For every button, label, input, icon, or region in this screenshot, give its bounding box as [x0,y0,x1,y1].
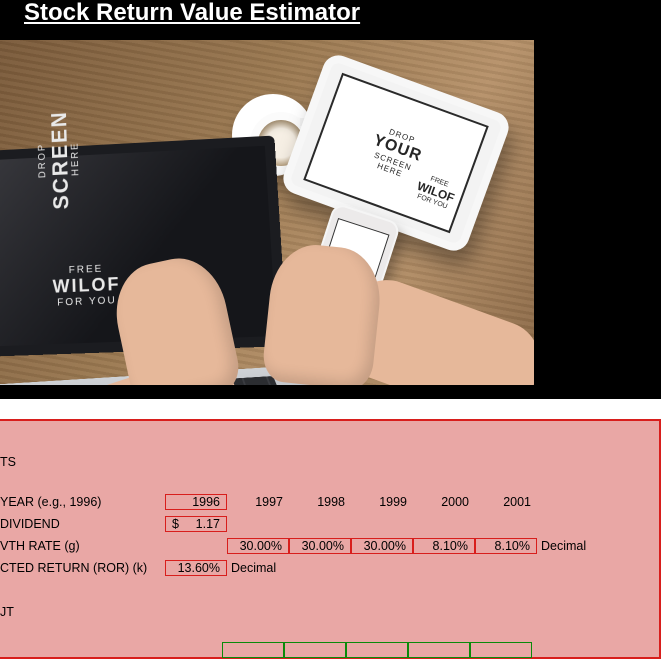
lap-l2: SCREEN [47,110,72,210]
spacer [0,473,659,491]
row-output [222,642,532,658]
spreadsheet-panel: TS YEAR (e.g., 1996) 1996 1997 1998 1999… [0,419,661,659]
cell-year-5: 2001 [475,495,537,509]
input-base-year[interactable]: 1996 [165,494,227,510]
dividend-currency: $ [172,517,179,531]
row-ror: CTED RETURN (ROR) (k) 13.60% Decimal [0,557,659,579]
dividend-value: 1.17 [196,517,220,531]
header-bar: Stock Return Value Estimator [0,0,661,36]
page: Stock Return Value Estimator DROP YOUR S… [0,0,661,660]
laptop-overlay-2: FREE WILOF FOR YOU [52,263,121,309]
row-dividend: DIVIDEND $ 1.17 [0,513,659,535]
input-growth-2[interactable]: 30.00% [289,538,351,554]
label-dividend: DIVIDEND [0,517,165,531]
section-output: JT [0,601,659,623]
label-growth: VTH RATE (g) [0,539,165,553]
row-growth: VTH RATE (g) 30.00% 30.00% 30.00% 8.10% … [0,535,659,557]
input-growth-5[interactable]: 8.10% [475,538,537,554]
spacer [0,399,661,419]
hero-wrap: DROP YOUR SCREEN HERE FREE WILOF FOR YOU… [0,36,661,399]
note-decimal-growth: Decimal [541,539,586,553]
label-year: YEAR (e.g., 1996) [0,495,165,509]
cell-year-3: 1999 [351,495,413,509]
input-growth-3[interactable]: 30.00% [351,538,413,554]
input-growth-4[interactable]: 8.10% [413,538,475,554]
note-decimal-ror: Decimal [231,561,276,575]
output-cell-1 [222,642,284,658]
output-cell-5 [470,642,532,658]
output-cell-2 [284,642,346,658]
input-growth-1[interactable]: 30.00% [227,538,289,554]
cell-year-4: 2000 [413,495,475,509]
output-cell-3 [346,642,408,658]
spacer [0,579,659,601]
cell-year-2: 1998 [289,495,351,509]
hero-image: DROP YOUR SCREEN HERE FREE WILOF FOR YOU… [0,40,534,385]
input-ror[interactable]: 13.60% [165,560,227,576]
output-cell-4 [408,642,470,658]
cell-year-1: 1997 [227,495,289,509]
section-inputs: TS [0,451,659,473]
lap-b3: FOR YOU [53,295,121,309]
page-title: Stock Return Value Estimator [24,0,645,26]
tablet-overlay-text: DROP YOUR SCREEN HERE [365,124,428,183]
input-dividend[interactable]: $ 1.17 [165,516,227,532]
label-ror: CTED RETURN (ROR) (k) [0,561,165,575]
row-year: YEAR (e.g., 1996) 1996 1997 1998 1999 20… [0,491,659,513]
laptop-overlay-1: DROP SCREEN HERE [37,110,82,211]
